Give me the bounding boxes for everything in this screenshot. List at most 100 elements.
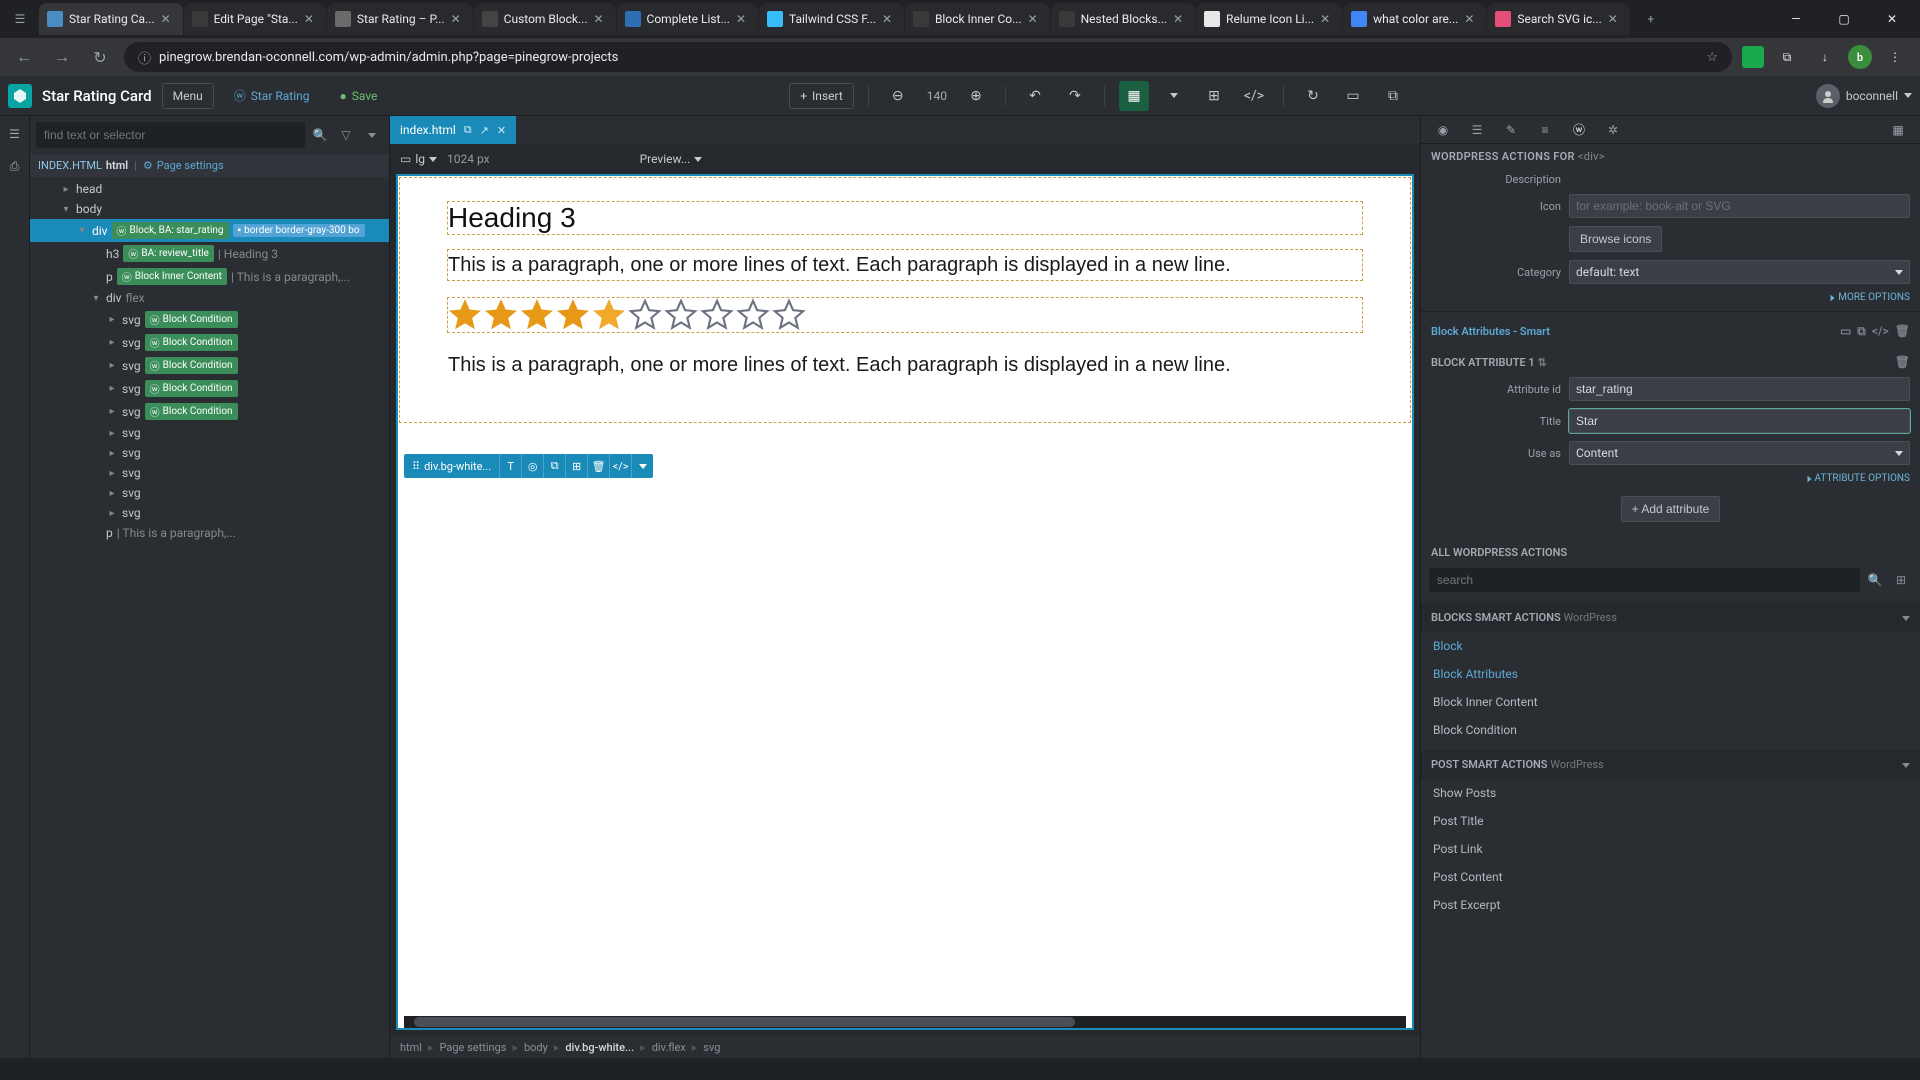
browser-tab[interactable]: Complete List...✕: [617, 3, 758, 35]
tree-search-input[interactable]: [36, 122, 305, 148]
tree-node-svg[interactable]: ▸svg: [30, 463, 389, 483]
tree-node-svg[interactable]: ▸svg: [30, 443, 389, 463]
rp-tab-library[interactable]: ▦: [1882, 117, 1914, 143]
star-rating-link[interactable]: ⓦ Star Rating: [224, 82, 320, 109]
tree-node-svg[interactable]: ▸svgⓦBlock Condition: [30, 400, 389, 423]
action-post-content[interactable]: Post Content: [1421, 863, 1920, 891]
visual-helpers-button[interactable]: ▦: [1119, 81, 1149, 111]
tab-close-icon[interactable]: ✕: [1464, 12, 1478, 26]
ba1-delete-icon[interactable]: 🗑: [1895, 355, 1910, 369]
more-options-link[interactable]: MORE OPTIONS: [1421, 288, 1920, 307]
browser-menu-icon[interactable]: ☰: [8, 7, 32, 31]
horizontal-scrollbar[interactable]: [404, 1016, 1406, 1028]
canvas-tab-index[interactable]: index.html ⧉ ↗ ✕: [390, 116, 516, 144]
star-icon[interactable]: [736, 298, 770, 332]
page-frame[interactable]: Heading 3 This is a paragraph, one or mo…: [396, 174, 1414, 1030]
breadcrumb-item[interactable]: div.bg-white...: [565, 1041, 634, 1054]
css-grid-button[interactable]: ⊞: [1199, 81, 1229, 111]
tab-close-icon[interactable]: ✕: [497, 124, 506, 137]
site-info-icon[interactable]: ⓘ: [138, 48, 151, 67]
breadcrumb-item[interactable]: Page settings: [440, 1041, 507, 1054]
blocks-smart-actions-header[interactable]: BLOCKS SMART ACTIONS WordPress: [1421, 603, 1920, 632]
print-panel-icon[interactable]: ⎙: [3, 154, 27, 178]
code-button[interactable]: </>: [1239, 81, 1269, 111]
star-icon[interactable]: [520, 298, 554, 332]
save-button[interactable]: ●Save: [330, 84, 388, 108]
post-smart-actions-header[interactable]: POST SMART ACTIONS WordPress: [1421, 750, 1920, 779]
ba-action-2-icon[interactable]: ⧉: [1857, 324, 1866, 339]
tree-options-icon[interactable]: [361, 124, 383, 146]
selection-label[interactable]: ⠿div.bg-white...: [404, 460, 499, 473]
star-icon[interactable]: [484, 298, 518, 332]
rp-tab-attributes[interactable]: ≡: [1529, 117, 1561, 143]
tab-duplicate-icon[interactable]: ⧉: [464, 123, 472, 137]
tab-close-icon[interactable]: ✕: [1320, 12, 1334, 26]
sel-edit-text-icon[interactable]: T: [499, 454, 521, 478]
ba-action-delete-icon[interactable]: 🗑: [1895, 324, 1910, 339]
sel-more-icon[interactable]: [631, 454, 653, 478]
browser-tab[interactable]: Tailwind CSS F...✕: [759, 3, 904, 35]
tree-panel-icon[interactable]: ☰: [3, 122, 27, 146]
tree-node-svg[interactable]: ▸svgⓦBlock Condition: [30, 377, 389, 400]
search-icon[interactable]: 🔍: [309, 124, 331, 146]
bookmark-icon[interactable]: ☆: [1706, 50, 1718, 65]
tree-node-svg[interactable]: ▸svg: [30, 503, 389, 523]
tree-node-svg[interactable]: ▸svgⓦBlock Condition: [30, 354, 389, 377]
tree-node-svg[interactable]: ▸svg: [30, 423, 389, 443]
tab-close-icon[interactable]: ✕: [451, 12, 465, 26]
rp-tab-structure[interactable]: ☰: [1461, 117, 1493, 143]
preview-button[interactable]: Preview...: [640, 152, 703, 166]
insert-button[interactable]: +Insert: [789, 83, 854, 109]
rp-tab-interactions[interactable]: ✲: [1597, 117, 1629, 143]
tree-node-div-flex[interactable]: ▾div flex: [30, 288, 389, 308]
page-paragraph-2[interactable]: This is a paragraph, one or more lines o…: [448, 350, 1362, 380]
browser-tab[interactable]: Star Rating – P...✕: [327, 3, 473, 35]
tree-node-p2[interactable]: p | This is a paragraph,...: [30, 523, 389, 543]
action-block-condition[interactable]: Block Condition: [1421, 716, 1920, 744]
tab-close-icon[interactable]: ✕: [882, 12, 896, 26]
downloads-icon[interactable]: ↓: [1810, 42, 1840, 72]
extension-pinegrow-icon[interactable]: [1742, 46, 1764, 68]
stars-row[interactable]: [448, 298, 1362, 332]
zoom-in-button[interactable]: ⊕: [961, 81, 991, 111]
ba-action-code-icon[interactable]: </>: [1872, 324, 1889, 339]
actions-search-input[interactable]: [1429, 568, 1860, 592]
filter-icon[interactable]: ⊞: [1890, 569, 1912, 591]
sel-delete-icon[interactable]: 🗑: [587, 454, 609, 478]
action-show-posts[interactable]: Show Posts: [1421, 779, 1920, 807]
sel-grid-icon[interactable]: ⊞: [565, 454, 587, 478]
breakpoint-selector[interactable]: ▭ lg: [400, 152, 437, 166]
pinegrow-logo-icon[interactable]: [8, 84, 32, 108]
tab-close-icon[interactable]: ✕: [594, 12, 608, 26]
action-post-excerpt[interactable]: Post Excerpt: [1421, 891, 1920, 919]
action-post-link[interactable]: Post Link: [1421, 835, 1920, 863]
sel-code-icon[interactable]: </>: [609, 454, 631, 478]
redo-button[interactable]: ↷: [1060, 81, 1090, 111]
icon-input[interactable]: [1569, 194, 1910, 218]
tab-close-icon[interactable]: ✕: [161, 12, 175, 26]
action-block-inner-content[interactable]: Block Inner Content: [1421, 688, 1920, 716]
title-input[interactable]: [1569, 409, 1910, 433]
star-icon[interactable]: [592, 298, 626, 332]
back-button[interactable]: ←: [10, 43, 38, 71]
action-post-title[interactable]: Post Title: [1421, 807, 1920, 835]
browser-more-icon[interactable]: ⋮: [1880, 42, 1910, 72]
tab-close-icon[interactable]: ✕: [1173, 12, 1187, 26]
rp-tab-properties[interactable]: ◉: [1427, 117, 1459, 143]
browser-tab[interactable]: Custom Block...✕: [474, 3, 616, 35]
ba-action-1-icon[interactable]: ▭: [1840, 324, 1851, 339]
breadcrumb-item[interactable]: body: [524, 1041, 548, 1054]
tab-close-icon[interactable]: ✕: [736, 12, 750, 26]
browser-tab[interactable]: Block Inner Co...✕: [905, 3, 1050, 35]
sel-target-icon[interactable]: ◎: [521, 454, 543, 478]
maximize-button[interactable]: ▢: [1824, 4, 1864, 34]
zoom-out-button[interactable]: ⊖: [883, 81, 913, 111]
close-window-button[interactable]: ✕: [1872, 4, 1912, 34]
breadcrumb-item[interactable]: svg: [703, 1041, 720, 1054]
extensions-icon[interactable]: ⧉: [1772, 42, 1802, 72]
responsive-button[interactable]: ⧉: [1378, 81, 1408, 111]
user-menu[interactable]: boconnell: [1816, 84, 1912, 108]
page-heading[interactable]: Heading 3: [448, 202, 1362, 234]
undo-button[interactable]: ↶: [1020, 81, 1050, 111]
tab-external-icon[interactable]: ↗: [480, 124, 489, 137]
